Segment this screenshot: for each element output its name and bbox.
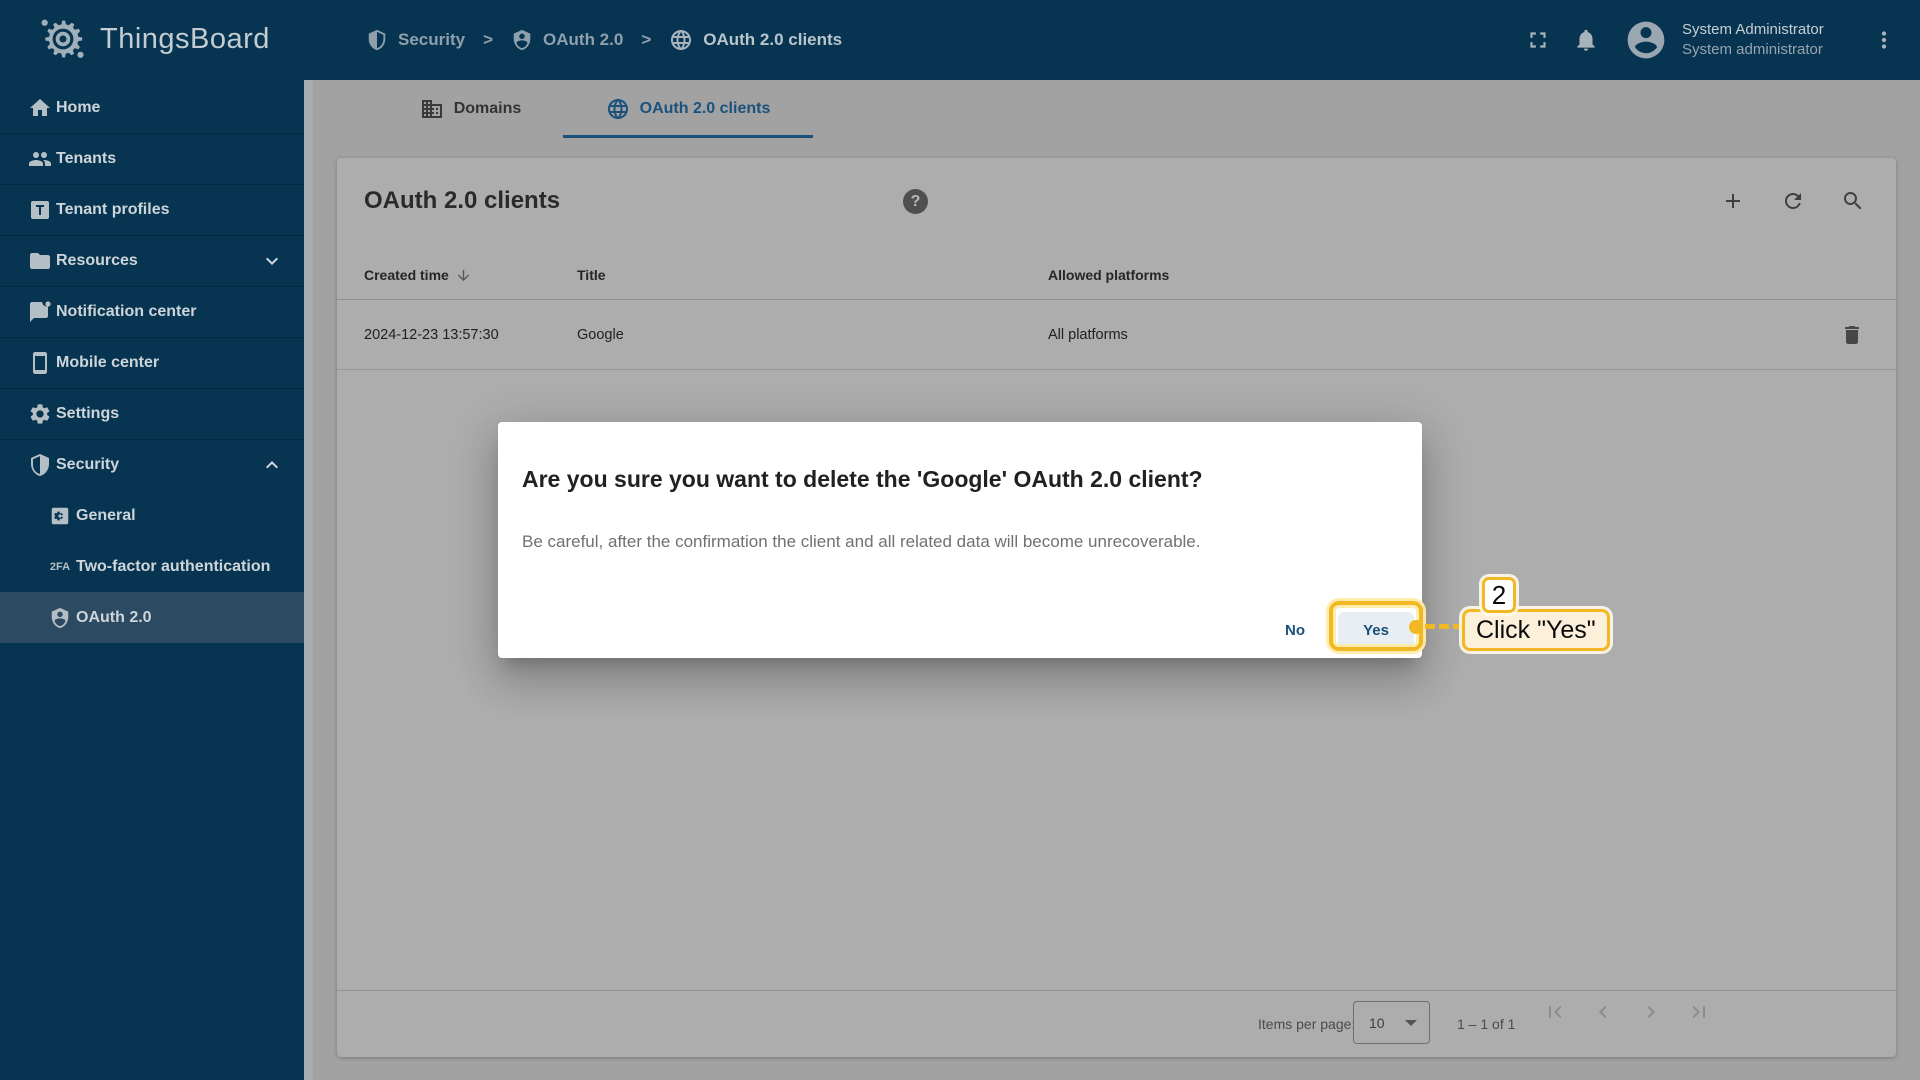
cell-created-time: 2024-12-23 13:57:30 bbox=[364, 300, 499, 370]
sidebar-item-mobile-center[interactable]: Mobile center bbox=[0, 337, 304, 388]
top-header-bar: ThingsBoard Security > OAuth 2.0 > bbox=[0, 0, 1920, 80]
notification-center-icon bbox=[28, 300, 52, 324]
table-row[interactable]: 2024-12-23 13:57:30 Google All platforms bbox=[337, 300, 1896, 370]
sidebar-item-tenants[interactable]: Tenants bbox=[0, 133, 304, 184]
sidebar-item-home[interactable]: Home bbox=[0, 82, 304, 133]
search-icon[interactable] bbox=[1841, 189, 1865, 213]
page-size-value: 10 bbox=[1369, 1015, 1385, 1031]
user-menu[interactable]: System Administrator System administrato… bbox=[1624, 18, 1850, 62]
gear-icon bbox=[28, 402, 52, 426]
tab-bar: Domains OAuth 2.0 clients bbox=[313, 80, 1920, 138]
mobile-icon bbox=[28, 351, 52, 375]
delete-confirm-dialog: Are you sure you want to delete the 'Goo… bbox=[498, 422, 1422, 658]
help-icon[interactable]: ? bbox=[903, 189, 928, 214]
sidebar-scrollbar[interactable] bbox=[304, 80, 313, 1080]
dialog-title: Are you sure you want to delete the 'Goo… bbox=[522, 466, 1398, 493]
sidebar-item-two-factor-auth[interactable]: 2FA Two-factor authentication bbox=[0, 541, 304, 592]
thingsboard-logo-icon bbox=[38, 14, 88, 64]
annotation-connector-line bbox=[1425, 624, 1463, 629]
user-name: System Administrator bbox=[1682, 20, 1850, 40]
avatar bbox=[1624, 18, 1668, 62]
breadcrumb-security[interactable]: Security bbox=[366, 29, 465, 51]
refresh-button[interactable] bbox=[1781, 189, 1805, 213]
app-title: ThingsBoard bbox=[100, 23, 270, 56]
column-header-created-time[interactable]: Created time bbox=[364, 250, 472, 300]
shield-icon bbox=[366, 29, 388, 51]
sidebar: Home Tenants Tenant profiles Resources N… bbox=[0, 80, 313, 1080]
fullscreen-icon[interactable] bbox=[1514, 16, 1562, 64]
tenant-profiles-icon bbox=[28, 198, 52, 222]
annotation-step-badge: 2 bbox=[1482, 577, 1516, 613]
cell-title: Google bbox=[577, 300, 624, 370]
sidebar-item-settings[interactable]: Settings bbox=[0, 388, 304, 439]
page-size-select[interactable]: 10 bbox=[1353, 1001, 1430, 1044]
card-toolbar bbox=[1721, 189, 1865, 213]
sort-descending-arrow-icon bbox=[455, 267, 472, 284]
sidebar-item-security-general[interactable]: General bbox=[0, 490, 304, 541]
active-tab-underline bbox=[563, 135, 813, 138]
first-page-icon[interactable] bbox=[1543, 1000, 1567, 1024]
items-per-page-label: Items per page: bbox=[1258, 1016, 1355, 1032]
domains-icon bbox=[420, 97, 444, 121]
sidebar-item-security[interactable]: Security bbox=[0, 439, 304, 490]
column-header-title[interactable]: Title bbox=[577, 250, 606, 300]
kebab-menu-icon[interactable] bbox=[1860, 16, 1908, 64]
previous-page-icon[interactable] bbox=[1591, 1000, 1615, 1024]
next-page-icon[interactable] bbox=[1639, 1000, 1663, 1024]
user-role: System administrator bbox=[1682, 40, 1850, 60]
breadcrumb-oauth[interactable]: OAuth 2.0 bbox=[511, 29, 623, 51]
thingsboard-app: ThingsBoard Security > OAuth 2.0 > bbox=[0, 0, 1920, 1080]
column-header-allowed-platforms[interactable]: Allowed platforms bbox=[1048, 250, 1169, 300]
home-icon bbox=[28, 96, 52, 120]
paginator: Items per page: 10 1 – 1 of 1 bbox=[337, 990, 1896, 1057]
breadcrumb-oauth-clients: OAuth 2.0 clients bbox=[669, 28, 842, 52]
chevron-down-icon bbox=[260, 249, 284, 273]
delete-client-icon[interactable] bbox=[1840, 323, 1864, 347]
tenants-icon bbox=[28, 147, 52, 171]
sidebar-item-resources[interactable]: Resources bbox=[0, 235, 304, 286]
add-client-button[interactable] bbox=[1721, 189, 1745, 213]
breadcrumb: Security > OAuth 2.0 > OAuth 2.0 clients bbox=[366, 0, 842, 80]
sidebar-item-tenant-profiles[interactable]: Tenant profiles bbox=[0, 184, 304, 235]
tab-domains[interactable]: Domains bbox=[378, 80, 563, 138]
annotation-connector-dot bbox=[1409, 620, 1423, 634]
annotation-callout: Click "Yes" bbox=[1462, 609, 1610, 651]
dialog-message: Be careful, after the confirmation the c… bbox=[522, 532, 1402, 552]
shield-account-icon bbox=[48, 606, 72, 630]
last-page-icon[interactable] bbox=[1687, 1000, 1711, 1024]
globe-icon bbox=[606, 97, 630, 121]
globe-icon bbox=[669, 28, 693, 52]
page-range-label: 1 – 1 of 1 bbox=[1457, 1016, 1515, 1032]
2fa-icon: 2FA bbox=[48, 555, 72, 579]
shield-account-icon bbox=[511, 29, 533, 51]
tab-oauth-clients[interactable]: OAuth 2.0 clients bbox=[563, 80, 813, 138]
sidebar-item-notification-center[interactable]: Notification center bbox=[0, 286, 304, 337]
no-button[interactable]: No bbox=[1266, 612, 1324, 648]
breadcrumb-separator: > bbox=[483, 30, 493, 50]
chevron-up-icon bbox=[260, 453, 284, 477]
header-actions: System Administrator System administrato… bbox=[1514, 0, 1920, 80]
general-settings-icon bbox=[48, 504, 72, 528]
shield-icon bbox=[28, 453, 52, 477]
select-arrow-icon bbox=[1405, 1020, 1417, 1026]
breadcrumb-separator: > bbox=[641, 30, 651, 50]
cell-allowed-platforms: All platforms bbox=[1048, 300, 1128, 370]
folder-icon bbox=[28, 249, 52, 273]
app-logo[interactable]: ThingsBoard bbox=[38, 14, 270, 64]
notifications-bell-icon[interactable] bbox=[1562, 16, 1610, 64]
table-header-row: Created time Title Allowed platforms bbox=[337, 250, 1896, 300]
card-title: OAuth 2.0 clients bbox=[364, 187, 560, 215]
sidebar-item-oauth[interactable]: OAuth 2.0 bbox=[0, 592, 304, 643]
